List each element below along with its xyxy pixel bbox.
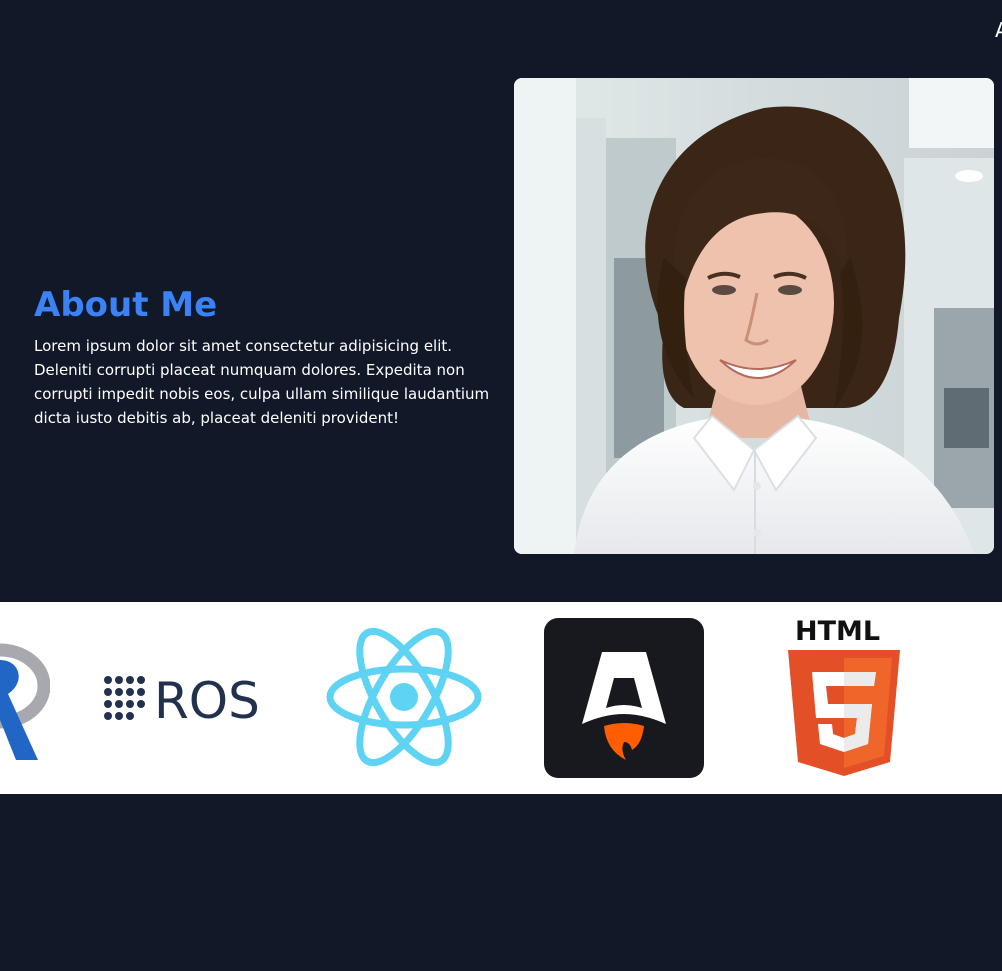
tech-logo-carousel: ROS HTML	[0, 602, 1002, 794]
profile-photo-illustration	[514, 78, 994, 554]
about-description: Lorem ipsum dolor sit amet consectetur a…	[34, 337, 490, 427]
page: A About Me Lorem ipsum dolor sit amet co…	[0, 0, 1002, 971]
html5-logo-word: HTML	[795, 616, 880, 647]
about-title: About Me	[34, 285, 218, 325]
react-logo-icon	[326, 627, 482, 767]
r-logo-icon	[0, 643, 50, 760]
profile-photo	[514, 78, 994, 554]
ros-logo-text: ROS	[154, 672, 260, 724]
ros-logo-icon: ROS	[104, 672, 260, 724]
nav-link-partial[interactable]: A	[995, 16, 1002, 44]
astro-logo-icon	[544, 618, 704, 778]
html5-logo-icon: HTML	[788, 616, 900, 776]
